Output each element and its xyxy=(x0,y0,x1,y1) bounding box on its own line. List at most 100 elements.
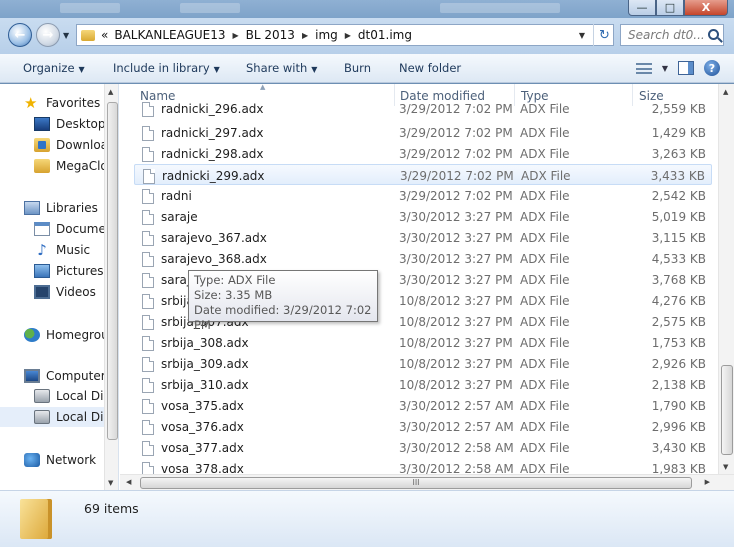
chevron-down-icon[interactable]: ▼ xyxy=(662,64,668,73)
column-size[interactable]: Size xyxy=(639,89,664,103)
address-dropdown-icon[interactable]: ▼ xyxy=(579,31,585,40)
file-size: 2,575 KB xyxy=(651,315,706,329)
breadcrumb-separator-icon[interactable]: ▶ xyxy=(233,31,239,40)
scroll-down-icon[interactable]: ▼ xyxy=(723,463,728,471)
nav-desktop[interactable]: Desktop xyxy=(34,114,106,134)
nav-network[interactable]: Network xyxy=(24,450,96,470)
organize-button[interactable]: Organize ▼ xyxy=(23,61,85,75)
address-bar[interactable]: « BALKANLEAGUE13 ▶ BL 2013 ▶ img ▶ dt01.… xyxy=(76,24,614,46)
file-row[interactable]: saraje 3/30/2012 3:27 PM ADX File 5,019 … xyxy=(134,206,712,227)
scroll-up-icon[interactable]: ▲ xyxy=(723,88,728,96)
nav-downloads[interactable]: Downloa xyxy=(34,135,108,155)
adx-file-icon xyxy=(142,126,154,141)
file-row[interactable]: radni 3/29/2012 7:02 PM ADX File 2,542 K… xyxy=(134,185,712,206)
nav-local-disk-1[interactable]: Local Dis xyxy=(34,386,110,406)
include-in-library-button[interactable]: Include in library ▼ xyxy=(113,61,220,75)
forward-button[interactable]: → xyxy=(36,23,60,47)
nav-documents[interactable]: Documer xyxy=(34,219,111,239)
breadcrumb-balkanleague13[interactable]: BALKANLEAGUE13 xyxy=(114,28,225,42)
search-icon[interactable] xyxy=(708,29,719,40)
file-row[interactable]: sarajevo_367.adx 3/30/2012 3:27 PM ADX F… xyxy=(134,227,712,248)
file-row[interactable]: radnicki_297.adx 3/29/2012 7:02 PM ADX F… xyxy=(134,122,712,143)
adx-file-icon xyxy=(142,378,154,393)
preview-pane-icon[interactable] xyxy=(678,61,694,75)
file-row[interactable]: srbija_310.adx 10/8/2012 3:27 PM ADX Fil… xyxy=(134,374,712,395)
file-size: 2,926 KB xyxy=(651,357,706,371)
search-input[interactable]: Search dt0... xyxy=(620,24,724,46)
file-date: 10/8/2012 3:27 PM xyxy=(399,357,513,371)
burn-button[interactable]: Burn xyxy=(344,61,371,75)
file-size: 4,276 KB xyxy=(651,294,706,308)
nav-megacloud[interactable]: MegaClo xyxy=(34,156,108,176)
file-row-hovered[interactable]: radnicki_299.adx 3/29/2012 7:02 PM ADX F… xyxy=(134,164,712,185)
minimize-button[interactable]: — xyxy=(628,0,656,16)
nav-label: Music xyxy=(56,243,91,257)
nav-label: Computer xyxy=(46,369,106,383)
change-view-icon[interactable] xyxy=(635,62,652,74)
vertical-scroll-thumb[interactable] xyxy=(721,365,733,455)
scroll-right-icon[interactable]: ▶ xyxy=(705,478,710,486)
nav-libraries[interactable]: Libraries xyxy=(24,198,98,218)
adx-file-icon xyxy=(142,147,154,162)
adx-file-icon xyxy=(143,169,155,184)
folder-icon xyxy=(34,159,50,173)
help-icon[interactable]: ? xyxy=(704,60,720,76)
nav-homegroup[interactable]: Homegrou xyxy=(24,325,109,345)
scroll-down-icon[interactable]: ▼ xyxy=(108,479,113,487)
nav-videos[interactable]: Videos xyxy=(34,282,96,302)
adx-file-icon xyxy=(142,210,154,225)
file-row[interactable]: srbija_308.adx 10/8/2012 3:27 PM ADX Fil… xyxy=(134,332,712,353)
file-name: vosa_376.adx xyxy=(161,420,244,434)
breadcrumb-separator-icon[interactable]: ▶ xyxy=(345,31,351,40)
breadcrumb-dt01[interactable]: dt01.img xyxy=(358,28,412,42)
back-button[interactable]: ← xyxy=(8,23,32,47)
file-row[interactable]: radnicki_296.adx 3/29/2012 7:02 PM ADX F… xyxy=(134,102,712,118)
adx-file-icon xyxy=(142,252,154,267)
file-type: ADX File xyxy=(520,210,570,224)
nav-pictures[interactable]: Pictures xyxy=(34,261,104,281)
file-type: ADX File xyxy=(520,252,570,266)
nav-computer[interactable]: Computer xyxy=(24,366,106,386)
music-icon: ♪ xyxy=(37,241,47,259)
file-list-horizontal-scrollbar[interactable]: ◀ III ▶ xyxy=(120,474,734,490)
file-row[interactable]: radnicki_298.adx 3/29/2012 7:02 PM ADX F… xyxy=(134,143,712,164)
breadcrumb-overflow[interactable]: « xyxy=(101,28,108,42)
nav-scrollbar[interactable]: ▲ ▼ xyxy=(104,84,118,490)
file-type: ADX File xyxy=(520,399,570,413)
maximize-button[interactable]: □ xyxy=(656,0,684,16)
column-name[interactable]: Name xyxy=(140,89,175,103)
refresh-button[interactable]: ↻ xyxy=(593,24,615,46)
scroll-left-icon[interactable]: ◀ xyxy=(126,478,131,486)
videos-icon xyxy=(34,285,50,299)
file-list-vertical-scrollbar[interactable]: ▲ ▼ xyxy=(718,84,734,474)
recent-pages-dropdown-icon[interactable]: ▼ xyxy=(63,31,69,40)
file-row[interactable]: vosa_376.adx 3/30/2012 2:57 AM ADX File … xyxy=(134,416,712,437)
column-date-modified[interactable]: Date modified xyxy=(400,89,485,103)
adx-file-icon xyxy=(142,315,154,330)
breadcrumb-separator-icon[interactable]: ▶ xyxy=(302,31,308,40)
adx-file-icon xyxy=(142,462,154,474)
new-folder-button[interactable]: New folder xyxy=(399,61,461,75)
file-row[interactable]: srbija_309.adx 10/8/2012 3:27 PM ADX Fil… xyxy=(134,353,712,374)
share-with-button[interactable]: Share with ▼ xyxy=(246,61,317,75)
file-row[interactable]: sarajevo_368.adx 3/30/2012 3:27 PM ADX F… xyxy=(134,248,712,269)
scroll-up-icon[interactable]: ▲ xyxy=(108,88,113,96)
nav-scroll-thumb[interactable] xyxy=(107,102,118,440)
file-size: 2,559 KB xyxy=(651,102,706,116)
nav-favorites[interactable]: ★ Favorites xyxy=(24,93,100,113)
close-button[interactable]: X xyxy=(684,0,728,16)
file-name: radnicki_298.adx xyxy=(161,147,264,161)
file-row[interactable]: vosa_378.adx 3/30/2012 2:58 AM ADX File … xyxy=(134,458,712,474)
file-row[interactable]: vosa_377.adx 3/30/2012 2:58 AM ADX File … xyxy=(134,437,712,458)
horizontal-scroll-thumb[interactable]: III xyxy=(140,477,692,489)
file-row[interactable]: vosa_375.adx 3/30/2012 2:57 AM ADX File … xyxy=(134,395,712,416)
file-name: radni xyxy=(161,189,192,203)
breadcrumb-bl2013[interactable]: BL 2013 xyxy=(246,28,295,42)
nav-music[interactable]: ♪ Music xyxy=(34,240,90,260)
file-name: srbija_308.adx xyxy=(161,336,249,350)
chevron-down-icon: ▼ xyxy=(78,65,85,74)
nav-local-disk-2[interactable]: Local Dis xyxy=(0,407,110,427)
documents-icon xyxy=(34,222,50,236)
column-type[interactable]: Type xyxy=(521,89,549,103)
breadcrumb-img[interactable]: img xyxy=(315,28,338,42)
